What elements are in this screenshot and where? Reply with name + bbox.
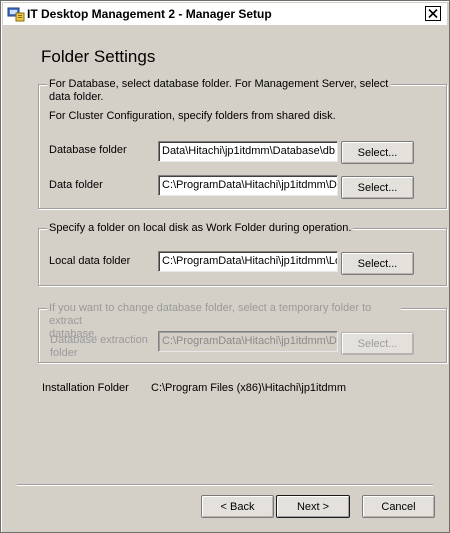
installation-folder-value: C:\Program Files (x86)\Hitachi\jp1itdmm [151,382,346,394]
database-folder-field[interactable]: Data\Hitachi\jp1itdmm\Database\db [158,141,338,162]
extraction-legend-line1: If you want to change database folder, s… [49,302,372,327]
close-button[interactable] [425,6,441,21]
local-data-folder-select-button[interactable]: Select... [341,252,414,275]
data-folder-field[interactable]: C:\ProgramData\Hitachi\jp1itdmm\D [158,175,338,196]
extraction-folder-label-line2: folder [50,347,78,359]
title-bar: IT Desktop Management 2 - Manager Setup [3,3,447,25]
installation-folder-label: Installation Folder [42,382,129,394]
extraction-folder-field[interactable]: C:\ProgramData\Hitachi\jp1itdmm\D [158,331,338,352]
database-folder-select-button[interactable]: Select... [341,141,414,164]
work-folder-legend: Specify a folder on local disk as Work F… [47,222,354,235]
folder-group-legend: For Database, select database folder. Fo… [47,78,391,104]
cancel-button[interactable]: Cancel [362,495,435,518]
data-folder-label: Data folder [49,179,103,191]
setup-app-icon [6,5,26,23]
data-folder-select-button[interactable]: Select... [341,176,414,199]
next-button[interactable]: Next > [276,495,350,518]
extraction-folder-label-line1: Database extraction [50,334,148,346]
close-icon [428,9,438,18]
window-title: IT Desktop Management 2 - Manager Setup [27,7,272,21]
footer-divider [17,484,433,486]
local-data-folder-field[interactable]: C:\ProgramData\Hitachi\jp1itdmm\Lo [158,251,338,272]
cluster-note: For Cluster Configuration, specify folde… [49,110,336,122]
extraction-folder-select-button[interactable]: Select... [341,332,414,355]
back-button[interactable]: < Back [201,495,274,518]
local-data-folder-label: Local data folder [49,255,131,267]
page-title: Folder Settings [41,47,156,66]
folder-group-legend-line1: For Database, select database folder. Fo… [49,78,389,90]
database-folder-label: Database folder [49,144,127,156]
folder-group-legend-line2: data folder. [49,91,104,103]
setup-window: IT Desktop Management 2 - Manager Setup … [0,0,450,533]
extraction-folder-label: Database extraction folder [50,334,148,360]
